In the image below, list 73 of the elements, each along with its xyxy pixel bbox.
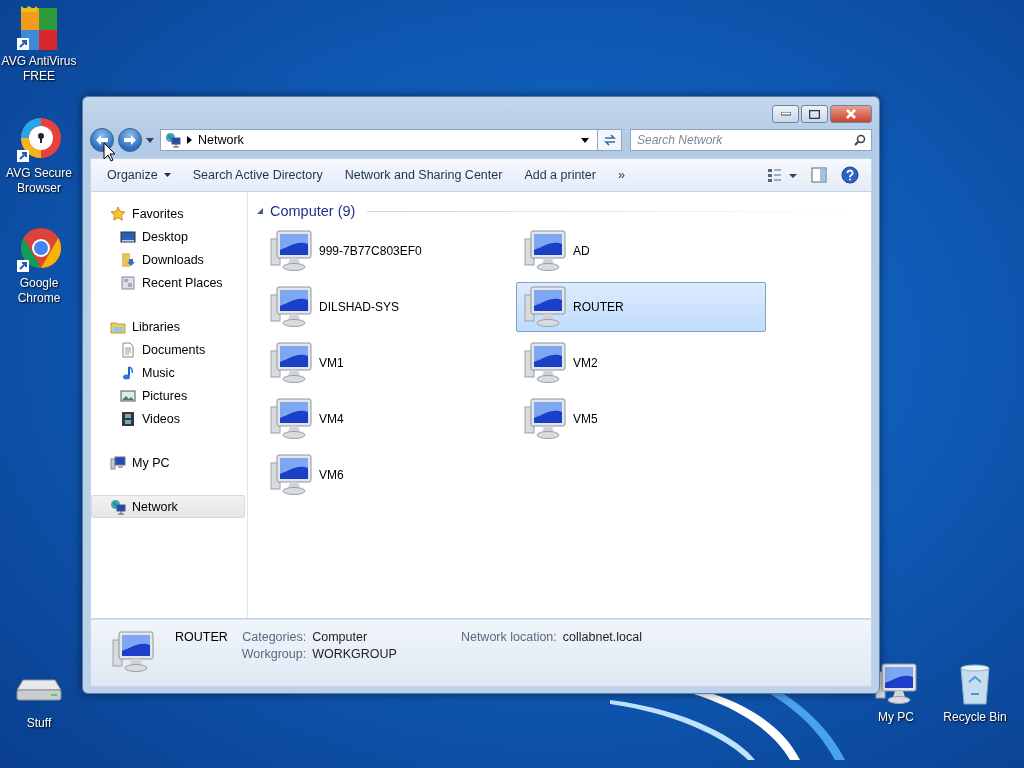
property-label: Workgroup:	[241, 647, 307, 661]
computer-item[interactable]: VM1	[262, 338, 512, 388]
toolbar-button[interactable]: Network and Sharing Center	[336, 164, 511, 186]
breadcrumb[interactable]: Network	[198, 133, 575, 147]
toolbar-button[interactable]: Search Active Directory	[184, 164, 331, 186]
nav-item[interactable]: Libraries	[91, 315, 245, 338]
desktop-icon	[120, 228, 136, 245]
music-note-icon	[120, 364, 136, 381]
toolbar-button[interactable]: Organize	[99, 164, 179, 186]
desktop-icon-label[interactable]: AVG AntiVirus FREE	[1, 54, 77, 84]
address-bar[interactable]: Network	[160, 129, 598, 151]
nav-item[interactable]: Pictures	[91, 384, 245, 407]
pictures-icon	[120, 387, 136, 404]
recent-places-icon	[120, 274, 136, 291]
maximize-icon	[809, 109, 820, 119]
close-button[interactable]	[830, 105, 872, 123]
document-icon	[120, 341, 136, 358]
help-icon[interactable]	[841, 166, 859, 184]
close-icon	[845, 109, 857, 119]
group-header[interactable]: Computer (9)	[270, 203, 356, 219]
nav-item[interactable]: My PC	[91, 451, 245, 474]
mouse-cursor-icon	[103, 142, 116, 162]
property-value: Computer	[312, 630, 369, 644]
refresh-icon	[602, 133, 617, 147]
network-icon	[165, 132, 181, 148]
network-icon	[110, 498, 126, 515]
nav-item[interactable]: Videos	[91, 407, 245, 430]
computer-item[interactable]: VM4	[262, 394, 512, 444]
nav-item[interactable]: Downloads	[91, 248, 245, 271]
desktop-icon-label[interactable]: My PC	[878, 710, 914, 725]
property-label: Network location:	[460, 630, 557, 644]
search-field[interactable]: Search Network	[630, 129, 872, 151]
computer-icon	[110, 454, 126, 471]
desktop-icon-label[interactable]: Stuff	[26, 716, 52, 731]
film-icon	[120, 410, 136, 427]
device-name: ROUTER	[175, 630, 228, 644]
collapse-icon[interactable]	[256, 207, 264, 215]
desktop-icon-label[interactable]: Google Chrome	[17, 276, 61, 306]
nav-item[interactable]: Documents	[91, 338, 245, 361]
left-arrow-icon	[95, 134, 109, 146]
computer-item[interactable]: VM5	[516, 394, 766, 444]
nav-item[interactable]: Favorites	[91, 202, 245, 225]
nav-item[interactable]: Desktop	[91, 225, 245, 248]
chevron-icon	[187, 136, 192, 144]
refresh-button[interactable]	[598, 129, 622, 151]
nav-item[interactable]: Music	[91, 361, 245, 384]
computer-item[interactable]: VM2	[516, 338, 766, 388]
forward-button[interactable]	[118, 128, 142, 152]
view-options-icon[interactable]	[767, 167, 797, 183]
computer-item[interactable]: 999-7B77C803EF0	[262, 226, 512, 276]
back-button[interactable]	[90, 128, 114, 152]
download-folder-icon	[120, 251, 136, 268]
toolbar-button[interactable]: »	[609, 164, 633, 186]
desktop-icon-label[interactable]: AVG Secure Browser	[6, 166, 72, 196]
caret-icon[interactable]	[581, 137, 589, 143]
star-icon	[110, 205, 126, 222]
desktop-icon-label[interactable]: Recycle Bin	[943, 710, 1007, 725]
toolbar-button[interactable]: Add a printer	[516, 164, 604, 186]
computer-item[interactable]: AD	[516, 226, 766, 276]
right-arrow-icon	[123, 134, 137, 146]
nav-item[interactable]: Recent Places	[91, 271, 245, 294]
computer-item[interactable]: ROUTER	[516, 282, 766, 332]
property-value: WORKGROUP	[312, 647, 397, 661]
maximize-button[interactable]	[801, 105, 828, 123]
property-label: Categories:	[241, 630, 307, 644]
nav-item[interactable]: Network	[91, 495, 245, 518]
computer-item[interactable]: VM6	[262, 450, 512, 500]
caret-icon	[163, 173, 171, 177]
caret-icon[interactable]	[146, 137, 154, 143]
property-value: collabnet.local	[562, 630, 642, 644]
minimize-icon	[780, 112, 791, 116]
computer-item[interactable]: DILSHAD-SYS	[262, 282, 512, 332]
search-icon	[854, 134, 866, 146]
